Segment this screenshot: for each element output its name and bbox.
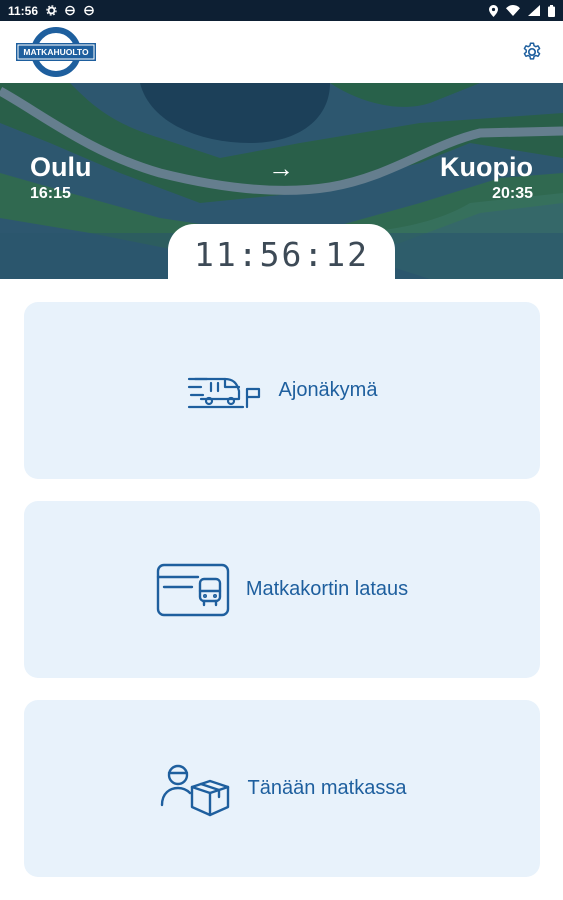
gear-icon — [46, 5, 57, 16]
status-icons — [46, 5, 95, 16]
status-time: 11:56 — [8, 3, 39, 18]
settings-button[interactable] — [517, 37, 547, 67]
logo-text: MATKAHUOLTO — [23, 47, 89, 57]
route-origin: Oulu 16:15 — [30, 151, 92, 205]
route-arrow-icon: → — [268, 153, 294, 183]
menu-card-matkakortin-lataus[interactable]: Matkakortin lataus — [24, 501, 540, 678]
menu-card-tanaan-matkassa[interactable]: Tänään matkassa — [24, 700, 540, 877]
wifi-icon — [506, 5, 520, 16]
menu-label-matkakortin-lataus: Matkakortin lataus — [245, 578, 409, 600]
battery-icon — [548, 4, 555, 17]
origin-city: Oulu — [30, 152, 92, 182]
arrival-time: 20:35 — [492, 185, 533, 202]
sync-icon — [84, 5, 94, 16]
current-time-clock: 11:56:12 — [168, 224, 395, 284]
menu-label-ajonakyma: Ajonäkymä — [278, 379, 378, 401]
departure-time: 16:15 — [30, 185, 71, 202]
status-bar: 11:56 — [0, 0, 563, 21]
sync-icon — [65, 5, 75, 16]
destination-city: Kuopio — [440, 152, 533, 182]
app-bar: MATKAHUOLTO — [0, 21, 563, 83]
matkahuolto-logo: MATKAHUOLTO — [16, 26, 96, 78]
signal-icon — [528, 5, 540, 16]
gear-icon — [523, 42, 541, 60]
travel-card-icon — [156, 563, 230, 616]
menu-label-tanaan-matkassa: Tänään matkassa — [247, 777, 407, 799]
route-destination: Kuopio 20:35 — [440, 151, 533, 205]
passenger-parcel-icon — [160, 764, 229, 816]
status-right-icons — [489, 4, 555, 17]
location-icon — [489, 4, 498, 17]
bus-driving-icon — [187, 377, 260, 408]
menu-card-ajonakyma[interactable]: Ajonäkymä — [24, 302, 540, 479]
